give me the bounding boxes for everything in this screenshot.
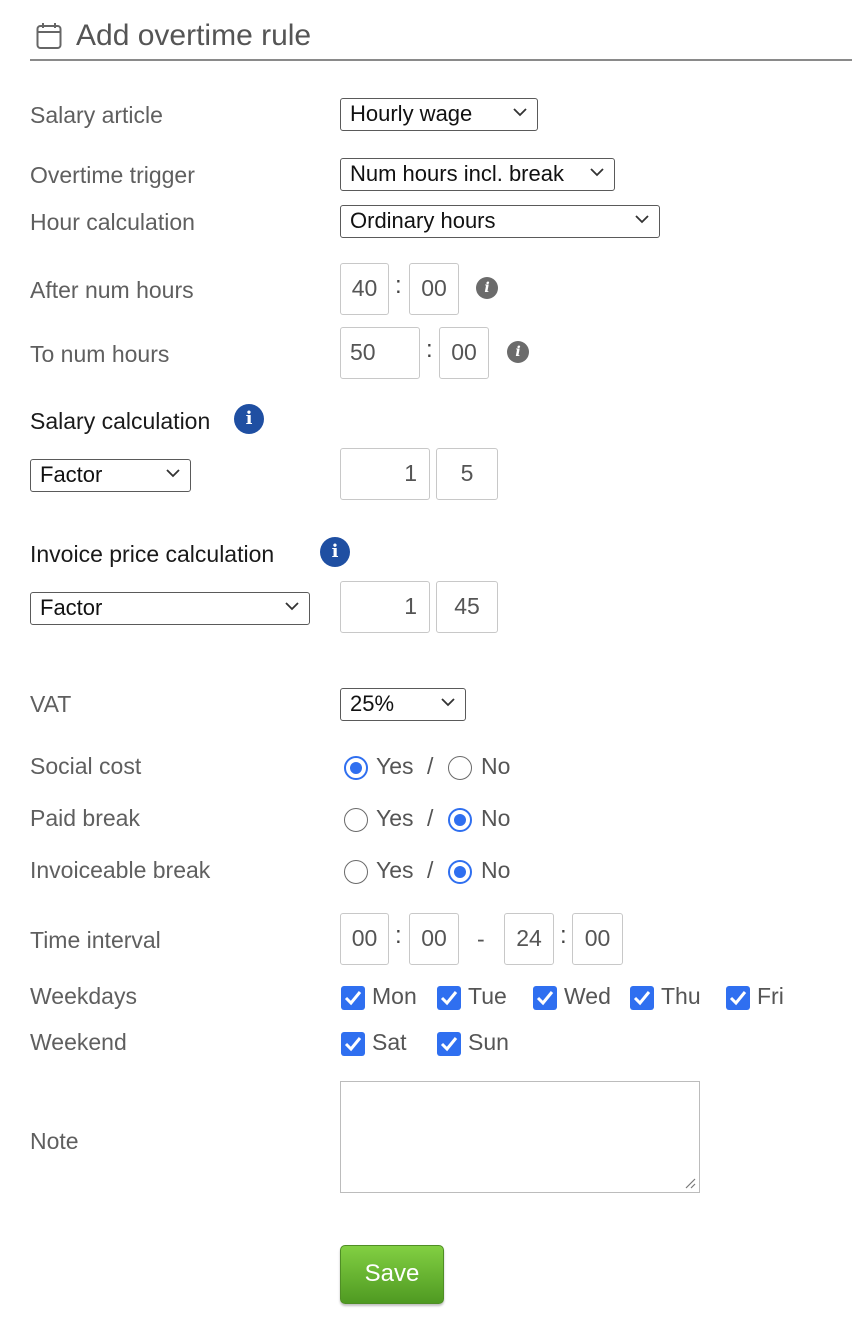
invoiceable-break-yes-label: Yes bbox=[376, 857, 414, 883]
social-cost-yes-radio[interactable] bbox=[344, 756, 368, 780]
hour-calculation-value: Ordinary hours bbox=[350, 208, 496, 233]
info-icon[interactable]: i bbox=[476, 277, 498, 299]
resize-handle-icon[interactable] bbox=[684, 1177, 696, 1189]
time-separator: : bbox=[395, 922, 402, 949]
weekend-sun-checkbox[interactable] bbox=[437, 1032, 461, 1056]
invoice-calculation-type-value: Factor bbox=[40, 595, 103, 620]
paid-break-no-radio[interactable] bbox=[448, 808, 472, 832]
chevron-down-icon bbox=[441, 698, 455, 707]
overtime-trigger-value: Num hours incl. break bbox=[350, 161, 564, 186]
overtime-trigger-label: Overtime trigger bbox=[30, 162, 195, 188]
invoice-factor-decimal-input[interactable]: 45 bbox=[436, 581, 498, 633]
checkmark-icon bbox=[729, 991, 747, 1006]
salary-calculation-type-value: Factor bbox=[40, 462, 103, 487]
option-separator: / bbox=[427, 857, 434, 883]
weekday-thu-checkbox[interactable] bbox=[630, 986, 654, 1010]
invoiceable-break-no-radio[interactable] bbox=[448, 860, 472, 884]
paid-break-no-label: No bbox=[481, 805, 511, 831]
invoiceable-break-no-label: No bbox=[481, 857, 511, 883]
invoiceable-break-label: Invoiceable break bbox=[30, 857, 211, 883]
time-interval-label: Time interval bbox=[30, 927, 161, 953]
weekday-mon-checkbox[interactable] bbox=[341, 986, 365, 1010]
weekday-fri-label: Fri bbox=[757, 983, 784, 1009]
overtime-trigger-select[interactable]: Num hours incl. break bbox=[340, 158, 615, 191]
hour-calculation-select[interactable]: Ordinary hours bbox=[340, 205, 660, 238]
invoice-factor-whole-input[interactable]: 1 bbox=[340, 581, 430, 633]
interval-to-minutes-input[interactable]: 00 bbox=[572, 913, 623, 965]
chevron-down-icon bbox=[590, 168, 604, 177]
info-icon[interactable]: i bbox=[507, 341, 529, 363]
chevron-down-icon bbox=[166, 469, 180, 478]
weekday-tue-checkbox[interactable] bbox=[437, 986, 461, 1010]
weekday-wed-checkbox[interactable] bbox=[533, 986, 557, 1010]
salary-factor-decimal-input[interactable]: 5 bbox=[436, 448, 498, 500]
weekdays-label: Weekdays bbox=[30, 983, 137, 1009]
to-num-hours-label: To num hours bbox=[30, 341, 170, 367]
checkmark-icon bbox=[440, 1037, 458, 1052]
weekday-mon-label: Mon bbox=[372, 983, 417, 1009]
info-icon[interactable]: i bbox=[234, 404, 264, 434]
to-hours-input[interactable]: 50 bbox=[340, 327, 420, 379]
social-cost-no-label: No bbox=[481, 753, 511, 779]
after-minutes-input[interactable]: 00 bbox=[409, 263, 459, 315]
header-divider bbox=[30, 59, 852, 61]
paid-break-label: Paid break bbox=[30, 805, 140, 831]
salary-calculation-heading: Salary calculation bbox=[30, 408, 211, 434]
weekend-sun-label: Sun bbox=[468, 1029, 509, 1055]
checkmark-icon bbox=[440, 991, 458, 1006]
salary-article-value: Hourly wage bbox=[350, 101, 473, 126]
time-separator: : bbox=[560, 922, 567, 949]
social-cost-no-radio[interactable] bbox=[448, 756, 472, 780]
chevron-down-icon bbox=[285, 602, 299, 611]
page-title: Add overtime rule bbox=[76, 19, 312, 52]
checkmark-icon bbox=[633, 991, 651, 1006]
interval-dash: - bbox=[477, 926, 485, 952]
social-cost-yes-label: Yes bbox=[376, 753, 414, 779]
vat-label: VAT bbox=[30, 691, 72, 717]
after-num-hours-label: After num hours bbox=[30, 277, 194, 303]
option-separator: / bbox=[427, 805, 434, 831]
invoice-price-calculation-heading: Invoice price calculation bbox=[30, 541, 275, 567]
paid-break-yes-radio[interactable] bbox=[344, 808, 368, 832]
chevron-down-icon bbox=[635, 215, 649, 224]
checkmark-icon bbox=[536, 991, 554, 1006]
salary-factor-whole-input[interactable]: 1 bbox=[340, 448, 430, 500]
option-separator: / bbox=[427, 753, 434, 779]
to-minutes-input[interactable]: 00 bbox=[439, 327, 489, 379]
hour-calculation-label: Hour calculation bbox=[30, 209, 195, 235]
interval-to-hours-input[interactable]: 24 bbox=[504, 913, 554, 965]
time-separator: : bbox=[426, 336, 433, 363]
after-hours-input[interactable]: 40 bbox=[340, 263, 389, 315]
weekend-sat-label: Sat bbox=[372, 1029, 407, 1055]
vat-value: 25% bbox=[350, 691, 395, 716]
invoiceable-break-yes-radio[interactable] bbox=[344, 860, 368, 884]
social-cost-label: Social cost bbox=[30, 753, 142, 779]
chevron-down-icon bbox=[513, 108, 527, 117]
checkmark-icon bbox=[344, 991, 362, 1006]
interval-from-minutes-input[interactable]: 00 bbox=[409, 913, 459, 965]
salary-article-select[interactable]: Hourly wage bbox=[340, 98, 538, 131]
weekday-thu-label: Thu bbox=[661, 983, 701, 1009]
note-label: Note bbox=[30, 1128, 79, 1154]
save-button[interactable]: Save bbox=[340, 1245, 444, 1304]
note-textarea[interactable] bbox=[340, 1081, 700, 1193]
salary-article-label: Salary article bbox=[30, 102, 163, 128]
weekend-sat-checkbox[interactable] bbox=[341, 1032, 365, 1056]
checkmark-icon bbox=[344, 1037, 362, 1052]
info-icon[interactable]: i bbox=[320, 537, 350, 567]
weekday-tue-label: Tue bbox=[468, 983, 507, 1009]
interval-from-hours-input[interactable]: 00 bbox=[340, 913, 389, 965]
weekday-wed-label: Wed bbox=[564, 983, 611, 1009]
salary-calculation-type-select[interactable]: Factor bbox=[30, 459, 191, 492]
calendar-icon bbox=[36, 23, 62, 49]
paid-break-yes-label: Yes bbox=[376, 805, 414, 831]
weekend-label: Weekend bbox=[30, 1029, 127, 1055]
vat-select[interactable]: 25% bbox=[340, 688, 466, 721]
weekday-fri-checkbox[interactable] bbox=[726, 986, 750, 1010]
invoice-calculation-type-select[interactable]: Factor bbox=[30, 592, 310, 625]
time-separator: : bbox=[395, 272, 402, 299]
